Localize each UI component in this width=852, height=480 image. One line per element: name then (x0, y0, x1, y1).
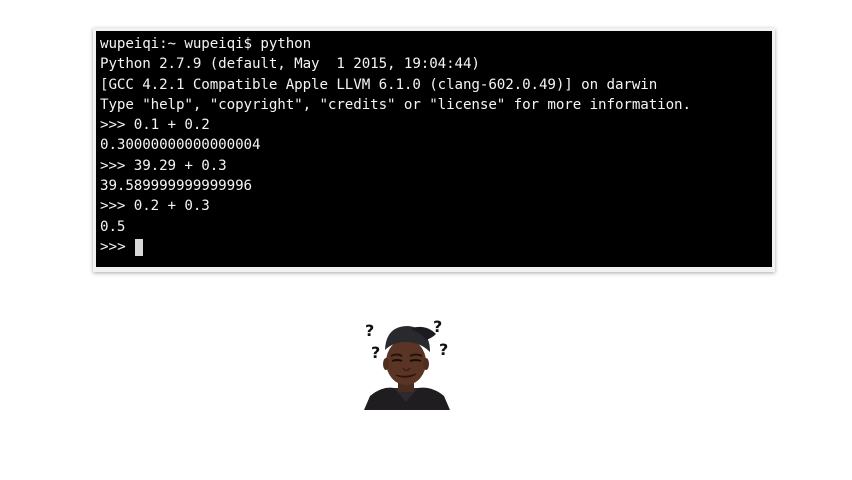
terminal-prompt: >>> (100, 239, 135, 255)
confused-person-image: ? ? ? ? (360, 318, 452, 410)
terminal-line-output: 0.30000000000000004 (100, 137, 261, 154)
slide-page: wupeiqi:~ wupeiqi$ python Python 2.7.9 (… (0, 0, 852, 480)
terminal-line-input: >>> 0.2 + 0.3 (100, 198, 210, 215)
terminal-screen[interactable]: wupeiqi:~ wupeiqi$ python Python 2.7.9 (… (96, 31, 772, 267)
terminal-window: wupeiqi:~ wupeiqi$ python Python 2.7.9 (… (93, 28, 775, 272)
terminal-line-input: >>> 39.29 + 0.3 (100, 157, 227, 174)
question-mark-icon: ? (371, 343, 380, 362)
terminal-line-shell-command: wupeiqi:~ wupeiqi$ python (100, 36, 312, 52)
question-mark-icon: ? (365, 321, 374, 340)
terminal-line-python-version: Python 2.7.9 (default, May 1 2015, 19:04… (100, 56, 480, 73)
terminal-line-help-info: Type "help", "copyright", "credits" or "… (100, 96, 691, 113)
terminal-prompt-line[interactable]: >>> (100, 237, 144, 257)
terminal-line-compiler-info: [GCC 4.2.1 Compatible Apple LLVM 6.1.0 (… (100, 76, 658, 93)
terminal-line-input: >>> 0.1 + 0.2 (100, 117, 210, 134)
text-cursor (135, 238, 144, 256)
terminal-line-output: 0.5 (100, 218, 126, 235)
terminal-output: wupeiqi:~ wupeiqi$ python Python 2.7.9 (… (100, 34, 691, 237)
question-mark-icon: ? (439, 340, 448, 359)
terminal-line-output: 39.589999999999996 (100, 178, 252, 195)
